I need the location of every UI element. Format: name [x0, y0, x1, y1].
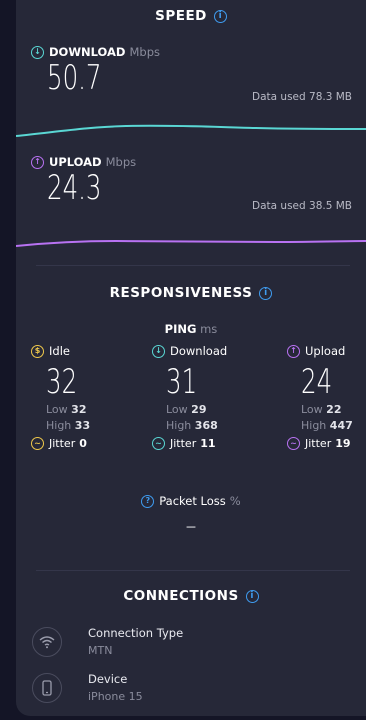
packet-loss-label: Packet Loss [159, 494, 226, 508]
question-icon[interactable]: ? [141, 494, 155, 508]
connections-info-icon[interactable]: i [245, 589, 259, 603]
download-ping-value: 31 [166, 362, 198, 402]
download-unit: Mbps [129, 45, 160, 59]
upload-arrow-icon: ↑ [31, 155, 44, 169]
ping-idle-column: $ Idle 32 Low 32 High 33 ~ Jitter 0 [31, 344, 141, 450]
phone-icon [32, 672, 62, 703]
ping-header: PING ms [16, 322, 366, 336]
upload-ping-value: 24 [301, 362, 333, 402]
download-high-label: High [166, 419, 192, 432]
divider [36, 570, 350, 571]
upload-speed-value: 24.3 [47, 168, 102, 208]
jitter-icon: ~ [31, 437, 44, 450]
download-ping-label-row: ↓ Download [152, 344, 262, 358]
connection-type-label: Connection Type [88, 626, 184, 640]
upload-high: High 447 [301, 419, 363, 432]
download-low: Low 29 [166, 403, 262, 416]
results-panel: SPEED i ↓ DOWNLOAD Mbps 50.7 Data used 78… [16, 0, 366, 716]
upload-jitter-value: 19 [335, 437, 351, 450]
idle-jitter-value: 0 [79, 437, 87, 450]
download-arrow-icon: ↓ [31, 45, 44, 59]
responsiveness-section-title: RESPONSIVENESS i [16, 285, 366, 301]
responsiveness-info-icon[interactable]: i [259, 286, 273, 300]
connection-type-value: MTN [88, 644, 113, 657]
device-label: Device [88, 672, 128, 686]
idle-low: Low 32 [46, 403, 141, 416]
upload-label-row: ↑ UPLOAD Mbps [31, 155, 136, 169]
download-speed-graph [16, 124, 366, 137]
device-row: Device iPhone 15 [32, 672, 143, 703]
connections-title: CONNECTIONS [123, 588, 239, 604]
download-low-label: Low [166, 403, 188, 416]
download-low-value: 29 [191, 403, 207, 416]
idle-high-label: High [46, 419, 72, 432]
upload-label: UPLOAD [49, 155, 102, 169]
upload-jitter-label: Jitter [305, 437, 332, 450]
ping-label: PING [164, 322, 197, 336]
speed-section-title: SPEED i [16, 8, 366, 24]
divider [36, 265, 350, 266]
packet-loss-row: ? Packet Loss % [16, 494, 366, 508]
download-arrow-icon: ↓ [152, 344, 165, 358]
upload-data-used: Data used 38.5 MB [252, 200, 352, 212]
download-jitter-value: 11 [200, 437, 216, 450]
idle-high-value: 33 [74, 419, 91, 432]
packet-loss-unit: % [229, 494, 241, 508]
connections-section-title: CONNECTIONS i [16, 588, 366, 604]
download-high: High 368 [166, 419, 262, 432]
download-jitter-label: Jitter [170, 437, 197, 450]
download-jitter: ~ Jitter 11 [152, 437, 262, 450]
idle-icon: $ [31, 344, 44, 358]
download-label: DOWNLOAD [49, 45, 126, 59]
download-label-row: ↓ DOWNLOAD Mbps [31, 45, 160, 59]
upload-high-value: 447 [329, 419, 353, 432]
upload-ping-label: Upload [305, 344, 346, 358]
download-data-used: Data used 78.3 MB [252, 91, 352, 103]
device-value: iPhone 15 [88, 690, 143, 703]
upload-low: Low 22 [301, 403, 363, 416]
idle-low-value: 32 [71, 403, 87, 416]
responsiveness-title: RESPONSIVENESS [109, 285, 253, 301]
idle-jitter-label: Jitter [49, 437, 76, 450]
upload-jitter: ~ Jitter 19 [287, 437, 363, 450]
upload-speed-graph [16, 239, 366, 247]
ping-unit: ms [200, 322, 218, 336]
jitter-icon: ~ [287, 437, 300, 450]
idle-ping-value: 32 [46, 362, 78, 402]
ping-download-column: ↓ Download 31 Low 29 High 368 ~ Jitter 11 [152, 344, 262, 450]
wifi-icon [32, 626, 62, 657]
idle-label: Idle [49, 344, 70, 358]
speed-info-icon[interactable]: i [213, 9, 227, 23]
idle-jitter: ~ Jitter 0 [31, 437, 141, 450]
upload-high-label: High [301, 419, 327, 432]
connection-type-row: Connection Type MTN [32, 626, 183, 657]
idle-label-row: $ Idle [31, 344, 141, 358]
idle-low-label: Low [46, 403, 68, 416]
speed-title: SPEED [155, 8, 207, 24]
download-ping-label: Download [170, 344, 228, 358]
upload-low-value: 22 [326, 403, 342, 416]
ping-upload-column: ↑ Upload 24 Low 22 High 447 ~ Jitter 19 [287, 344, 363, 450]
download-high-value: 368 [194, 419, 218, 432]
upload-arrow-icon: ↑ [287, 344, 300, 358]
jitter-icon: ~ [152, 437, 165, 450]
upload-unit: Mbps [105, 155, 137, 169]
upload-ping-label-row: ↑ Upload [287, 344, 363, 358]
download-speed-value: 50.7 [47, 58, 102, 98]
packet-loss-value: – [185, 514, 197, 539]
upload-low-label: Low [301, 403, 323, 416]
idle-high: High 33 [46, 419, 141, 432]
